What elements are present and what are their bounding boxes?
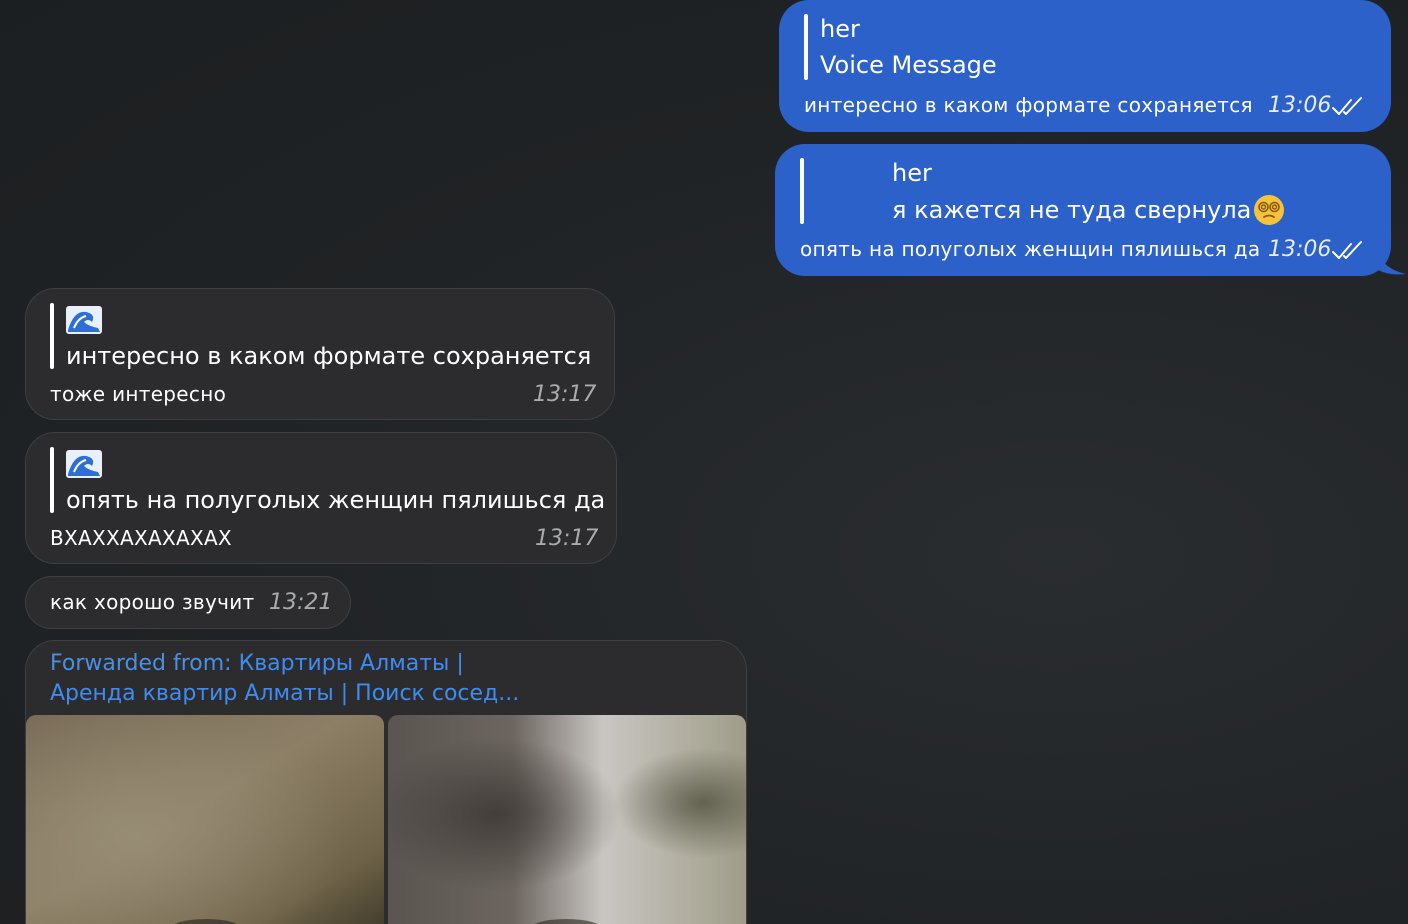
forwarded-source-line2[interactable]: Аренда квартир Алматы | Поиск сосед... [50,679,519,709]
reply-preview[interactable]: her Voice Message [820,14,997,80]
message-time: 13:06 [1268,93,1332,118]
reply-quote-bar [50,303,54,369]
photo-thumbnail[interactable] [388,715,746,924]
blurred-photo-image [388,715,746,924]
message-text: тоже интересно [50,382,227,406]
outgoing-message[interactable]: her Voice Message интересно в каком форм… [779,0,1391,132]
reply-quote-bar [804,14,808,80]
reply-sender-name: her [892,159,932,187]
forwarded-from-header[interactable]: Forwarded from: Квартиры Алматы | [50,649,464,679]
incoming-message[interactable]: интересно в каком формате сохраняется то… [25,288,615,420]
outgoing-message[interactable]: her я кажется не туда свернула опять на … [775,144,1391,276]
double-check-icon [1332,241,1362,259]
photo-thumbnail[interactable] [26,715,384,924]
double-check-icon [1332,97,1362,115]
chat-view: her Voice Message интересно в каком форм… [0,0,1408,924]
blurred-photo-image [26,715,384,924]
reply-snippet: опять на полуголых женщин пялишься да [66,486,606,514]
message-text: как хорошо звучит [50,590,255,614]
reply-sender-name: her [820,15,860,43]
incoming-message[interactable]: как хорошо звучит 13:21 [25,576,351,629]
message-text: интересно в каком формате сохраняется [804,93,1253,117]
message-time: 13:21 [269,590,333,615]
message-text: опять на полуголых женщин пялишься да [800,237,1261,261]
reply-snippet: я кажется не туда свернула [892,196,1252,224]
reply-snippet: Voice Message [820,51,997,79]
forwarded-source-line1[interactable]: Квартиры Алматы | [239,651,464,676]
reply-quote-bar [50,447,54,513]
wave-emoji-icon [66,306,102,334]
message-text: ВХАХХАХАХАХАХ [50,526,232,550]
dizzy-face-emoji-icon [1254,195,1285,225]
forwarded-label: Forwarded from: [50,651,239,676]
message-time: 13:17 [533,382,597,407]
incoming-message[interactable]: опять на полуголых женщин пялишься да ВХ… [25,432,617,564]
reply-preview[interactable]: her я кажется не туда свернула [892,158,1285,226]
reply-snippet: интересно в каком формате сохраняется [66,342,592,370]
bubble-tail [1378,248,1406,275]
reply-quote-bar [800,158,804,224]
wave-emoji-icon [66,450,102,478]
message-time: 13:17 [535,526,599,551]
message-time: 13:06 [1268,237,1332,262]
forwarded-message[interactable]: Forwarded from: Квартиры Алматы | Аренда… [25,640,747,924]
